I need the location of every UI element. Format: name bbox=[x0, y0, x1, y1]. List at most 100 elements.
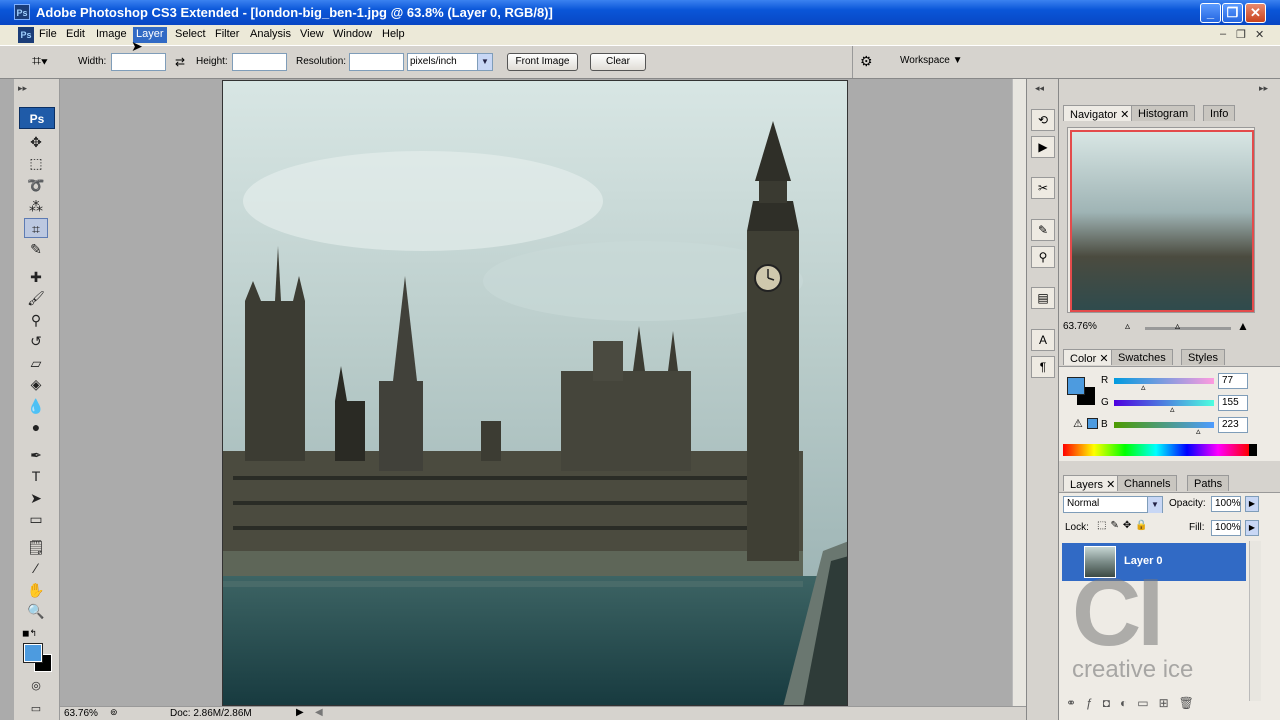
maximize-button[interactable]: ❐ bbox=[1222, 3, 1243, 23]
clone-stamp-tool-icon[interactable]: ⚲ bbox=[24, 310, 48, 330]
tool-presets-icon[interactable]: ✂ bbox=[1031, 177, 1055, 199]
navigator-thumbnail[interactable] bbox=[1070, 130, 1254, 312]
document-canvas[interactable] bbox=[222, 80, 848, 706]
web-safe-swatch[interactable] bbox=[1087, 418, 1098, 429]
b-input[interactable]: 223 bbox=[1218, 417, 1248, 433]
g-slider[interactable] bbox=[1114, 400, 1214, 406]
layers-footer-icons[interactable]: ⚭ƒ◘◐▭⊞🗑 bbox=[1066, 696, 1204, 710]
healing-brush-tool-icon[interactable]: ✚ bbox=[24, 267, 48, 287]
crop-tool-preset-icon[interactable]: ⌗▾ bbox=[32, 53, 48, 71]
clear-button[interactable]: Clear bbox=[590, 53, 646, 71]
close-button[interactable]: ✕ bbox=[1245, 3, 1266, 23]
tab-navigator[interactable]: Navigator ✕ bbox=[1063, 105, 1137, 121]
brush-tool-icon[interactable]: 🖌 bbox=[24, 288, 48, 308]
collapse-icon[interactable]: ▸▸ bbox=[18, 83, 27, 94]
quick-mask-icon[interactable]: ◎ bbox=[24, 676, 48, 696]
color-fg-swatch[interactable] bbox=[1067, 377, 1085, 395]
width-input[interactable] bbox=[111, 53, 166, 71]
zoom-out-icon[interactable]: ▵ bbox=[1125, 321, 1130, 332]
bridge-icon[interactable]: ⚙ bbox=[860, 53, 873, 70]
resolution-input[interactable] bbox=[349, 53, 404, 71]
zoom-tool-icon[interactable]: 🔍 bbox=[24, 601, 48, 621]
lasso-tool-icon[interactable]: ➰ bbox=[24, 175, 48, 195]
pen-tool-icon[interactable]: ✒ bbox=[24, 445, 48, 465]
eyedropper-tool-icon[interactable]: ⁄ bbox=[24, 558, 48, 578]
hand-tool-icon[interactable]: ✋ bbox=[24, 580, 48, 600]
r-slider[interactable] bbox=[1114, 378, 1214, 384]
menu-view[interactable]: View bbox=[297, 27, 327, 43]
g-input[interactable]: 155 bbox=[1218, 395, 1248, 411]
eraser-tool-icon[interactable]: ▱ bbox=[24, 353, 48, 373]
dodge-tool-icon[interactable]: ● bbox=[24, 417, 48, 437]
slice-tool-icon[interactable]: ✎ bbox=[24, 239, 48, 259]
screen-mode-icon[interactable]: ▭ bbox=[24, 699, 48, 719]
ps-logo[interactable]: Ps bbox=[19, 107, 55, 129]
minimize-button[interactable]: _ bbox=[1200, 3, 1221, 23]
tab-paths[interactable]: Paths bbox=[1187, 475, 1230, 491]
navigator-zoom-value[interactable]: 63.76% bbox=[1063, 321, 1097, 332]
g-slider-thumb[interactable]: ▵ bbox=[1170, 404, 1175, 415]
tab-color[interactable]: Color ✕ bbox=[1063, 349, 1116, 365]
menu-window[interactable]: Window bbox=[330, 27, 375, 43]
close-icon[interactable]: ✕ bbox=[1106, 479, 1115, 491]
tab-layers[interactable]: Layers ✕ bbox=[1063, 475, 1123, 491]
menu-image[interactable]: Image bbox=[93, 27, 130, 43]
height-input[interactable] bbox=[232, 53, 287, 71]
status-menu-icon[interactable]: ▶ bbox=[296, 707, 304, 718]
doc-close-icon[interactable]: ✕ bbox=[1255, 28, 1264, 41]
move-tool-icon[interactable]: ✥ bbox=[24, 132, 48, 152]
close-icon[interactable]: ✕ bbox=[1099, 353, 1108, 365]
layers-scrollbar[interactable] bbox=[1249, 541, 1261, 701]
paragraph-panel-icon[interactable]: ¶ bbox=[1031, 356, 1055, 378]
fill-arrow-icon[interactable]: ▶ bbox=[1245, 520, 1259, 536]
blur-tool-icon[interactable]: 💧 bbox=[24, 396, 48, 416]
clone-source-icon[interactable]: ⚲ bbox=[1031, 246, 1055, 268]
paint-bucket-tool-icon[interactable]: ◈ bbox=[24, 374, 48, 394]
zoom-slider[interactable] bbox=[1145, 327, 1231, 330]
zoom-slider-thumb[interactable]: ▵ bbox=[1175, 321, 1180, 332]
menu-analysis[interactable]: Analysis bbox=[247, 27, 294, 43]
resolution-unit-select[interactable]: pixels/inch ▼ bbox=[407, 53, 493, 71]
layer-comps-icon[interactable]: ▤ bbox=[1031, 287, 1055, 309]
zoom-in-icon[interactable]: ▲ bbox=[1237, 319, 1249, 333]
r-slider-thumb[interactable]: ▵ bbox=[1141, 382, 1146, 393]
tab-channels[interactable]: Channels bbox=[1117, 475, 1178, 491]
brushes-panel-icon[interactable]: ✎ bbox=[1031, 219, 1055, 241]
warning-icon[interactable]: ⚠ bbox=[1073, 417, 1083, 430]
status-info-icon[interactable]: ⊚ bbox=[110, 707, 118, 718]
workspace-menu[interactable]: Workspace ▼ bbox=[900, 55, 963, 66]
history-panel-icon[interactable]: ⟲ bbox=[1031, 109, 1055, 131]
opacity-input[interactable]: 100% bbox=[1211, 496, 1241, 512]
character-panel-icon[interactable]: A bbox=[1031, 329, 1055, 351]
swap-icon[interactable]: ⇄ bbox=[175, 55, 185, 69]
doc-minimize-icon[interactable]: – bbox=[1220, 28, 1226, 40]
type-tool-icon[interactable]: T bbox=[24, 466, 48, 486]
marquee-tool-icon[interactable]: ⬚ bbox=[24, 153, 48, 173]
document-vertical-scrollbar[interactable] bbox=[1012, 79, 1026, 706]
blend-mode-select[interactable]: Normal ▼ bbox=[1063, 496, 1163, 513]
doc-restore-icon[interactable]: ❐ bbox=[1236, 28, 1246, 41]
path-selection-tool-icon[interactable]: ➤ bbox=[24, 488, 48, 508]
close-icon[interactable]: ✕ bbox=[1120, 109, 1129, 121]
scroll-left-icon[interactable]: ◀ bbox=[315, 707, 323, 718]
r-input[interactable]: 77 bbox=[1218, 373, 1248, 389]
actions-panel-icon[interactable]: ▶ bbox=[1031, 136, 1055, 158]
lock-icons[interactable]: ⬚✎✥🔒 bbox=[1097, 520, 1152, 531]
menu-file[interactable]: File bbox=[36, 27, 60, 43]
menu-edit[interactable]: Edit bbox=[63, 27, 88, 43]
opacity-arrow-icon[interactable]: ▶ bbox=[1245, 496, 1259, 512]
menu-select[interactable]: Select bbox=[172, 27, 209, 43]
menu-help[interactable]: Help bbox=[379, 27, 408, 43]
magic-wand-tool-icon[interactable]: ⁂ bbox=[24, 196, 48, 216]
collapse-dock-icon[interactable]: ▸▸ bbox=[1259, 83, 1268, 94]
tab-styles[interactable]: Styles bbox=[1181, 349, 1225, 365]
tab-swatches[interactable]: Swatches bbox=[1111, 349, 1173, 365]
shape-tool-icon[interactable]: ▭ bbox=[24, 509, 48, 529]
tab-histogram[interactable]: Histogram bbox=[1131, 105, 1196, 121]
color-ramp[interactable] bbox=[1063, 444, 1257, 456]
status-zoom[interactable]: 63.76% bbox=[64, 708, 98, 719]
tab-info[interactable]: Info bbox=[1203, 105, 1236, 121]
menu-filter[interactable]: Filter bbox=[212, 27, 242, 43]
foreground-color-swatch[interactable] bbox=[23, 643, 43, 663]
notes-tool-icon[interactable]: 🗒 bbox=[24, 537, 48, 557]
